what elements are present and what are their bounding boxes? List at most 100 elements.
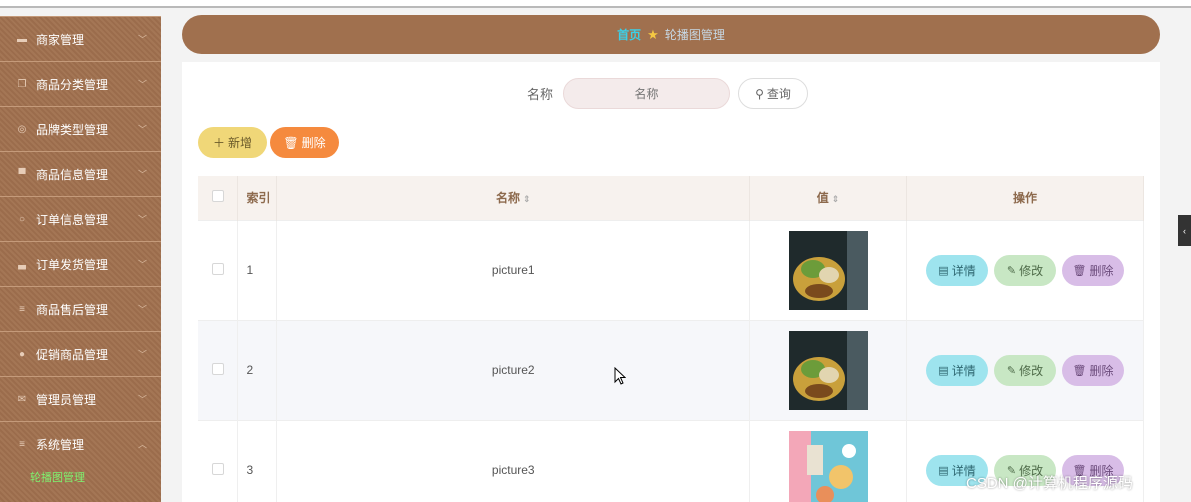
header-value[interactable]: 值 ⇕ [749,176,907,220]
sort-icon[interactable]: ⇕ [832,194,840,204]
sidebar-item-label: 商家管理 [36,32,85,47]
row-select-cell[interactable] [198,219,239,320]
edit-button[interactable]: ✎ 修改 [994,354,1056,386]
sidebar-item-label: 商品分类管理 [36,77,109,92]
row-value [749,419,907,502]
row-checkbox[interactable] [211,462,224,475]
chevron-up-icon: ︿ [137,439,147,450]
search-input[interactable] [563,78,731,109]
sidebar-item-label: 商品售后管理 [36,302,109,317]
data-table: 索引 名称 ⇕ 值 ⇕ 操作 1 picture1 ▤ 详情 ✎ 修改 🗑 删除… [198,176,1144,502]
row-checkbox[interactable] [211,262,224,275]
breadcrumb-home[interactable]: 首页 [617,26,641,43]
compass-icon: ◎ [17,123,27,135]
header-select-all[interactable] [198,176,239,220]
document-icon: ▤ [938,464,949,477]
collapse-tab[interactable]: ‹ [1178,215,1191,246]
mail-icon: ✉ [17,393,27,405]
detail-label: 详情 [951,263,976,278]
food-thumbnail[interactable] [788,330,868,410]
food-thumbnail[interactable] [788,430,868,502]
chevron-down-icon: ﹀ [137,79,147,90]
food-thumbnail[interactable] [788,230,868,310]
query-button[interactable]: ⚲ 查询 [738,78,809,109]
row-index: 3 [237,419,278,502]
delete-button[interactable]: 🗑 删除 [1062,254,1124,286]
sidebar-item-aftersale[interactable]: ≡ 商品售后管理 ﹀ [0,286,161,331]
star-icon: ★ [647,26,659,42]
pencil-icon: ✎ [1006,364,1017,377]
action-toolbar: ＋ 新增 🗑 删除 [198,127,339,158]
detail-button[interactable]: ▤ 详情 [926,354,988,386]
trash-icon: 🗑 [283,135,299,150]
header-name[interactable]: 名称 ⇕ [276,176,751,220]
top-border [0,0,1191,8]
sidebar-item-label: 管理员管理 [36,392,97,407]
chevron-down-icon: ﹀ [137,259,147,270]
add-button-label: 新增 [228,136,253,150]
monitor-icon: ▀ [18,168,26,180]
chevron-down-icon: ﹀ [137,214,147,225]
menu-icon: ≡ [19,303,25,315]
loading-icon: ○ [18,213,26,225]
breadcrumb: 首页 ★ 轮播图管理 [182,15,1160,54]
sidebar-item-order[interactable]: ○ 订单信息管理 ﹀ [0,196,161,241]
table-row: 2 picture2 ▤ 详情 ✎ 修改 🗑 删除 [198,319,1144,420]
row-select-cell[interactable] [198,419,239,502]
trash-icon: 🗑 [1072,364,1087,377]
user-icon: ● [18,348,26,360]
search-bar: 名称 ⚲ 查询 [527,78,809,109]
sort-icon[interactable]: ⇕ [523,194,531,204]
menu-icon: ≡ [19,438,25,450]
row-operations: ▤ 详情 ✎ 修改 🗑 删除 [906,219,1144,320]
store-icon: ▬ [17,33,27,45]
select-all-checkbox[interactable] [211,190,224,203]
pencil-icon: ✎ [1006,264,1017,277]
sidebar-item-system[interactable]: ≡ 系统管理 ︿ [0,421,161,466]
detail-button[interactable]: ▤ 详情 [926,254,988,286]
row-value [749,319,907,420]
sidebar-item-label: 订单发货管理 [36,257,109,272]
copy-icon: ❐ [17,78,27,90]
sidebar-item-label: 系统管理 [36,437,85,452]
row-name: picture1 [276,219,751,320]
chevron-down-icon: ﹀ [137,349,147,360]
sidebar-item-shipping[interactable]: ▃ 订单发货管理 ﹀ [0,241,161,286]
sidebar-item-category[interactable]: ❐ 商品分类管理 ﹀ [0,61,161,106]
sidebar-subitem-carousel[interactable]: 轮播图管理 [0,466,161,488]
edit-button[interactable]: ✎ 修改 [994,254,1056,286]
trash-icon: 🗑 [1072,264,1087,277]
watermark: CSDN @计算机程序源码 [966,475,1133,492]
query-button-label: 查询 [766,87,791,101]
row-select-cell[interactable] [198,319,239,420]
header-operation: 操作 [906,176,1144,220]
truck-icon: ▃ [18,258,26,270]
edit-label: 修改 [1019,363,1044,378]
sidebar-item-brand[interactable]: ◎ 品牌类型管理 ﹀ [0,106,161,151]
row-index: 2 [237,319,278,420]
chevron-down-icon: ﹀ [137,169,147,180]
plus-icon: ＋ [212,136,225,150]
row-index: 1 [237,219,278,320]
document-icon: ▤ [938,364,949,377]
chevron-left-icon: ‹ [1183,225,1186,236]
search-label: 名称 [527,87,554,102]
chevron-down-icon: ﹀ [137,34,147,45]
sidebar-item-label: 商品信息管理 [36,167,109,182]
sidebar-item-admin[interactable]: ✉ 管理员管理 ﹀ [0,376,161,421]
row-value [749,219,907,320]
batch-delete-button[interactable]: 🗑 删除 [270,127,339,158]
sidebar-item-merchant[interactable]: ▬ 商家管理 ﹀ [0,16,161,61]
document-icon: ▤ [938,264,949,277]
batch-delete-label: 删除 [301,136,326,150]
mouse-cursor-icon [614,367,626,385]
breadcrumb-current: 轮播图管理 [664,28,725,42]
header-value-label: 值 [816,191,829,206]
row-checkbox[interactable] [211,362,224,375]
sidebar-item-product[interactable]: ▀ 商品信息管理 ﹀ [0,151,161,196]
delete-button[interactable]: 🗑 删除 [1062,354,1124,386]
table-row: 1 picture1 ▤ 详情 ✎ 修改 🗑 删除 [198,219,1144,320]
sidebar-item-promotion[interactable]: ● 促销商品管理 ﹀ [0,331,161,376]
add-button[interactable]: ＋ 新增 [198,127,267,158]
edit-label: 修改 [1019,263,1044,278]
